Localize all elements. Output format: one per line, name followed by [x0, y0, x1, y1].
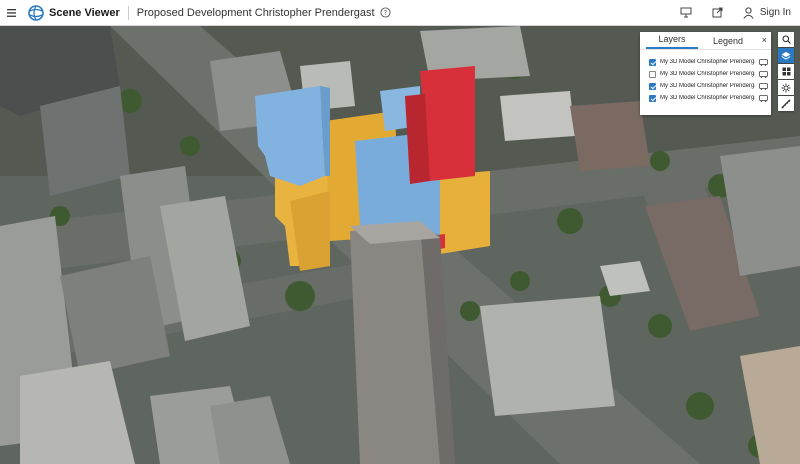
- menu-icon[interactable]: [0, 0, 22, 26]
- layer-list: My 3D Model Christopher Prendergast My 3…: [640, 50, 771, 104]
- layer-options-icon[interactable]: [759, 82, 768, 90]
- daylight-icon: [781, 83, 791, 92]
- tab-layers[interactable]: Layers: [646, 34, 698, 49]
- measure-icon: [781, 98, 791, 109]
- basemap-icon: [782, 67, 790, 76]
- search-tool-button[interactable]: [778, 32, 794, 47]
- scene-title: Proposed Development Christopher Prender…: [136, 6, 375, 19]
- tab-legend[interactable]: Legend: [702, 36, 754, 49]
- panel-tabs: Layers Legend ×: [640, 32, 771, 50]
- help-icon[interactable]: ?: [380, 7, 391, 18]
- layer-options-icon[interactable]: [759, 58, 768, 66]
- svg-text:?: ?: [383, 9, 387, 17]
- presentation-icon[interactable]: [679, 6, 693, 20]
- layer-name: My 3D Model Christopher Prendergast: [660, 83, 755, 89]
- layer-visibility-checkbox[interactable]: [649, 70, 656, 78]
- layers-icon: [781, 51, 791, 60]
- user-icon: [743, 6, 754, 19]
- layer-options-icon[interactable]: [759, 70, 768, 78]
- layer-visibility-checkbox[interactable]: [649, 94, 656, 102]
- share-icon[interactable]: [711, 6, 725, 20]
- globe-logo-icon: [28, 4, 44, 21]
- close-icon[interactable]: ×: [762, 35, 767, 45]
- layers-panel: Layers Legend × My 3D Model Christopher …: [640, 32, 771, 115]
- layer-name: My 3D Model Christopher Prendergast: [660, 59, 755, 65]
- layer-item[interactable]: My 3D Model Christopher Prendergast: [640, 68, 771, 80]
- header-divider: [127, 5, 129, 20]
- sign-in-label: Sign In: [759, 7, 791, 18]
- layer-visibility-checkbox[interactable]: [649, 82, 656, 90]
- layer-name: My 3D Model Christopher Prendergast: [660, 95, 755, 101]
- measure-tool-button[interactable]: [778, 96, 794, 111]
- basemap-tool-button[interactable]: [778, 64, 794, 79]
- daylight-tool-button[interactable]: [778, 80, 794, 95]
- layers-tool-button[interactable]: [778, 48, 794, 63]
- layer-item[interactable]: My 3D Model Christopher Prendergast: [640, 56, 771, 68]
- layer-name: My 3D Model Christopher Prendergast: [660, 71, 755, 77]
- layer-options-icon[interactable]: [759, 94, 768, 102]
- layer-item[interactable]: My 3D Model Christopher Prendergast: [640, 92, 771, 104]
- sign-in-button[interactable]: Sign In: [743, 6, 791, 19]
- layer-item[interactable]: My 3D Model Christopher Prendergast: [640, 80, 771, 92]
- scene-toolbar: [778, 32, 794, 111]
- search-icon: [781, 35, 791, 44]
- app-name: Scene Viewer: [49, 6, 120, 19]
- layer-visibility-checkbox[interactable]: [649, 58, 656, 66]
- app-header: Scene Viewer Proposed Development Christ…: [0, 0, 800, 26]
